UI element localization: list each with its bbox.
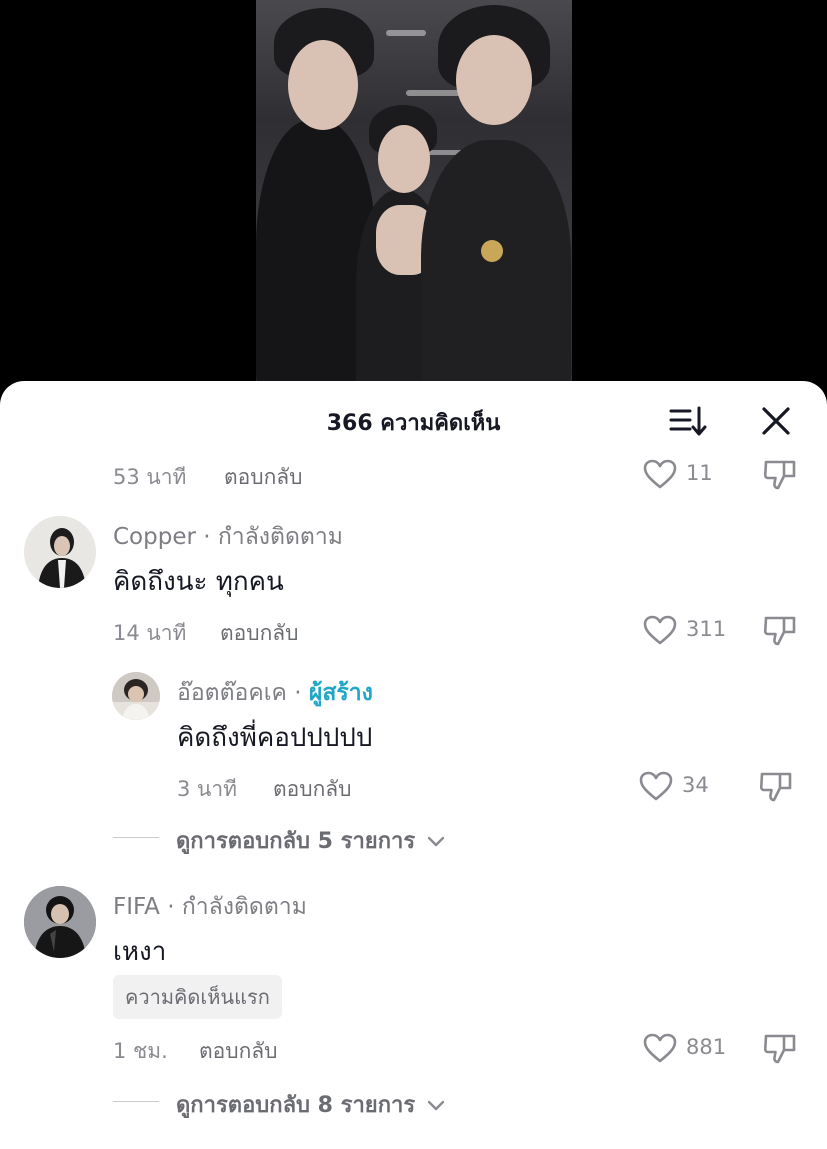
comment-time: 1 ชม. bbox=[113, 1039, 168, 1063]
view-replies-button[interactable]: ดูการตอบกลับ 8 รายการ bbox=[176, 1087, 445, 1122]
follow-status: กำลังติดตาม bbox=[217, 524, 343, 550]
divider-line bbox=[113, 1101, 159, 1102]
creator-label: ผู้สร้าง bbox=[308, 680, 373, 706]
avatar-image bbox=[24, 886, 96, 958]
close-button[interactable] bbox=[758, 403, 794, 439]
comment-time: 14 นาที bbox=[113, 621, 187, 645]
reply-time: 3 นาที bbox=[177, 777, 238, 801]
username[interactable]: Copper bbox=[113, 524, 196, 550]
reply-button[interactable]: ตอบกลับ bbox=[224, 461, 303, 494]
comment-author[interactable]: FIFA · กำลังติดตาม bbox=[113, 889, 307, 925]
like-count: 311 bbox=[686, 617, 727, 641]
avatar-image bbox=[24, 516, 96, 588]
dislike-icon[interactable] bbox=[762, 613, 798, 647]
avatar[interactable] bbox=[24, 516, 96, 588]
like-count: 34 bbox=[682, 773, 709, 797]
divider-line bbox=[113, 837, 159, 838]
chevron-down-icon bbox=[427, 1100, 445, 1111]
chevron-down-icon bbox=[427, 836, 445, 847]
comment-time: 53 นาที bbox=[113, 465, 187, 489]
username[interactable]: อ๊อตต๊อคเค bbox=[177, 680, 287, 706]
separator-dot: · bbox=[203, 524, 211, 550]
video-player[interactable] bbox=[0, 0, 827, 400]
close-icon bbox=[762, 407, 790, 435]
view-replies-label: ดูการตอบกลับ 8 รายการ bbox=[176, 1093, 416, 1118]
comment-text: คิดถึงนะ ทุกคน bbox=[113, 567, 284, 597]
comments-sheet: 366 ความคิดเห็น 53 นาที ตอบกลับ 11 Coppe… bbox=[0, 381, 827, 1149]
dislike-icon[interactable] bbox=[758, 769, 794, 803]
sort-descending-icon bbox=[669, 406, 707, 436]
heart-icon[interactable] bbox=[642, 1032, 678, 1064]
follow-status: กำลังติดตาม bbox=[181, 894, 307, 920]
reply-button[interactable]: ตอบกลับ bbox=[273, 773, 352, 806]
view-replies-label: ดูการตอบกลับ 5 รายการ bbox=[176, 829, 416, 854]
reply-button[interactable]: ตอบกลับ bbox=[220, 617, 299, 650]
like-count: 11 bbox=[686, 461, 713, 485]
like-count: 881 bbox=[686, 1035, 727, 1059]
avatar-image bbox=[112, 672, 160, 720]
reply-author[interactable]: อ๊อตต๊อคเค · ผู้สร้าง bbox=[177, 675, 373, 711]
dislike-icon[interactable] bbox=[762, 1031, 798, 1065]
heart-icon[interactable] bbox=[642, 614, 678, 646]
separator-dot: · bbox=[294, 680, 302, 706]
comment-text: เหงา bbox=[113, 937, 167, 967]
reply-text: คิดถึงพี่คอปปปปป bbox=[177, 723, 373, 753]
avatar[interactable] bbox=[112, 672, 160, 720]
heart-icon[interactable] bbox=[638, 770, 674, 802]
dislike-icon[interactable] bbox=[762, 457, 798, 491]
comments-header: 366 ความคิดเห็น bbox=[0, 381, 827, 461]
avatar[interactable] bbox=[24, 886, 96, 958]
comment-author[interactable]: Copper · กำลังติดตาม bbox=[113, 519, 343, 555]
video-thumbnail bbox=[256, 0, 572, 400]
view-replies-button[interactable]: ดูการตอบกลับ 5 รายการ bbox=[176, 823, 445, 858]
first-comment-badge: ความคิดเห็นแรก bbox=[113, 975, 282, 1019]
reply-button[interactable]: ตอบกลับ bbox=[199, 1035, 278, 1068]
username[interactable]: FIFA bbox=[113, 894, 160, 920]
heart-icon[interactable] bbox=[642, 458, 678, 490]
sort-button[interactable] bbox=[668, 405, 708, 437]
separator-dot: · bbox=[167, 894, 175, 920]
